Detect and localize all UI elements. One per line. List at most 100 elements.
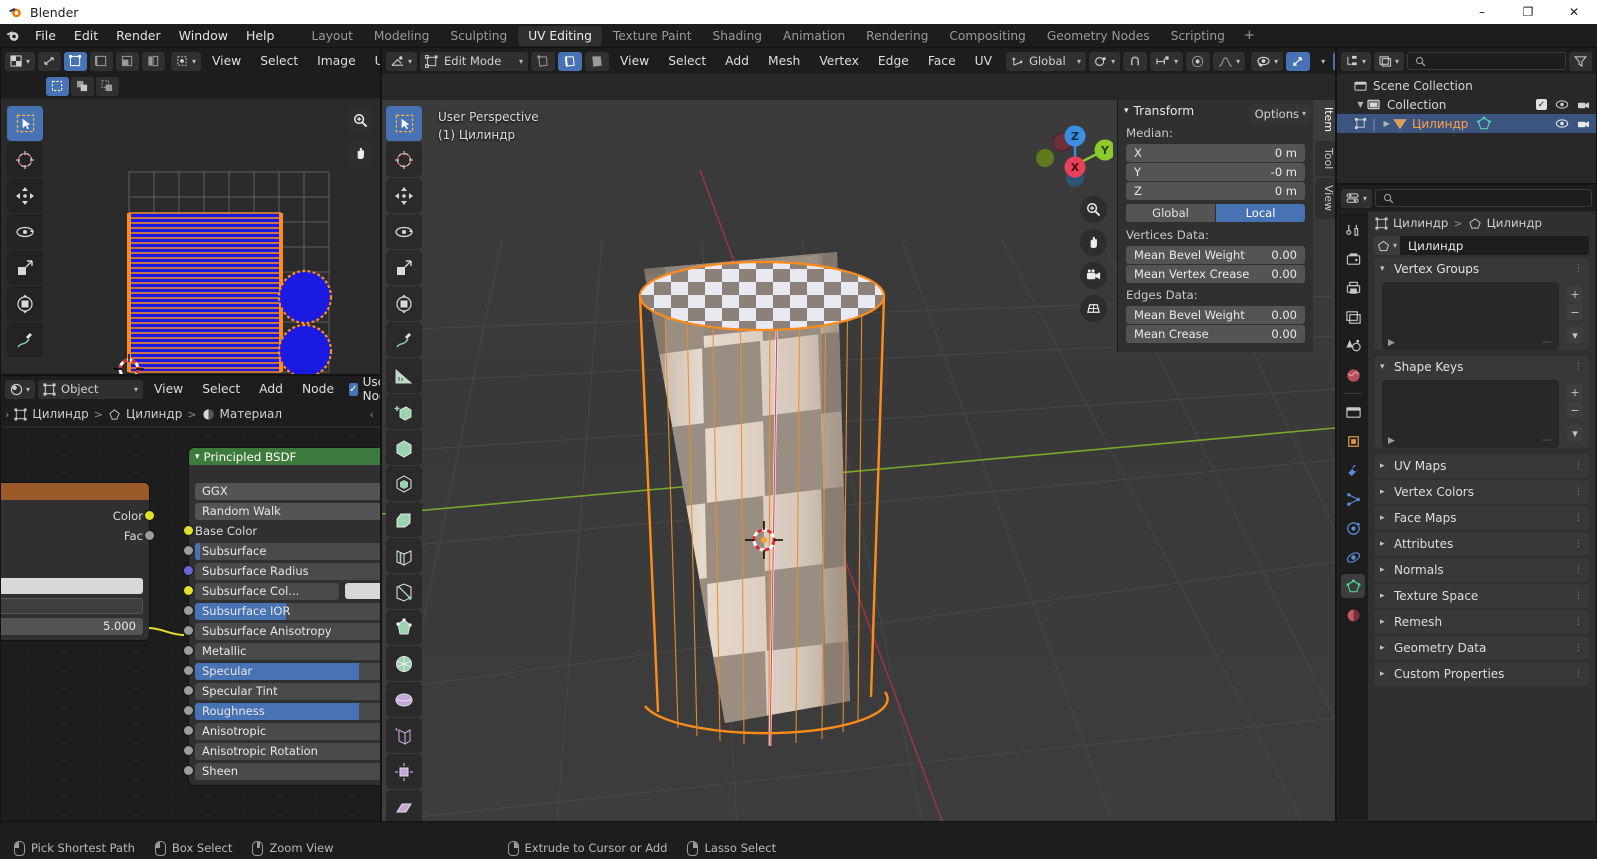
node-input-row[interactable]: Subsurface Radius [184, 561, 380, 581]
uv-menu-view[interactable]: View [204, 51, 249, 71]
node-input-socket[interactable] [184, 706, 193, 715]
uv-tool-transform[interactable] [7, 286, 43, 321]
uv-tool-annotate[interactable] [7, 322, 43, 357]
edge-select-mode-button[interactable] [558, 51, 583, 71]
tool-spin[interactable] [386, 646, 422, 681]
properties-tab-tool[interactable] [1341, 218, 1365, 242]
socket-fac-out[interactable] [145, 531, 154, 540]
color1-swatch[interactable] [1, 578, 143, 594]
node-input-socket[interactable] [184, 546, 193, 555]
properties-tab-modifiers[interactable] [1341, 458, 1365, 482]
panel-closed-arrow-icon[interactable]: ▸ [1380, 565, 1394, 575]
socket-color-out[interactable] [145, 511, 154, 520]
add-workspace-button[interactable]: + [1236, 28, 1263, 43]
properties-panel-closed[interactable]: ▸ Texture Space ⋮ [1374, 584, 1589, 608]
node-checker-header[interactable]: ▾ Checker Texture [1, 483, 149, 500]
properties-tab-object[interactable] [1341, 429, 1365, 453]
properties-tab-viewlayer[interactable] [1341, 305, 1365, 329]
uv-tool-rotate[interactable] [7, 214, 43, 249]
remove-shape-key-button[interactable]: − [1567, 402, 1583, 418]
use-nodes-checkbox[interactable]: ✓ Use Nodes [349, 376, 380, 403]
tool-add-cube[interactable] [386, 394, 422, 429]
properties-breadcrumb-mesh[interactable]: Цилиндр [1487, 216, 1542, 230]
tool-knife[interactable] [386, 574, 422, 609]
panel-closed-arrow-icon[interactable]: ▸ [1380, 513, 1394, 523]
show-gizmo-button[interactable] [1286, 51, 1311, 71]
node-input-row[interactable]: Anisotropic [184, 721, 380, 741]
viewport-menu-mesh[interactable]: Mesh [760, 51, 808, 71]
node-input-slider[interactable]: Specular Tint [195, 682, 380, 700]
sidebar-tab-view[interactable]: View [1315, 178, 1335, 219]
node-input-slider[interactable]: Metallic [195, 642, 380, 660]
mean-crease-field[interactable]: Mean Crease 0.00 [1126, 325, 1305, 343]
panel-menu-icon[interactable]: ⋮ [1574, 461, 1589, 471]
uv-face-select-button[interactable] [116, 51, 140, 71]
outliner-disclosure-triangle-icon[interactable]: ▼ [1354, 100, 1367, 109]
menu-help[interactable]: Help [237, 24, 284, 47]
properties-tab-collection[interactable] [1341, 400, 1365, 424]
vertex-mean-bevel-weight-field[interactable]: Mean Bevel Weight 0.00 [1126, 246, 1305, 264]
sidebar-tab-tool[interactable]: Tool [1315, 141, 1335, 177]
node-principled-header[interactable]: ▾ Principled BSDF [189, 448, 380, 465]
properties-tab-material[interactable] [1341, 603, 1365, 627]
panel-menu-icon[interactable]: ⋮ [1574, 264, 1589, 274]
snap-settings-selector[interactable]: ▾ [1150, 51, 1184, 71]
outliner-editor-type-button[interactable]: ▾ [1341, 51, 1372, 71]
shader-menu-add[interactable]: Add [251, 379, 291, 399]
vertex-group-specials-button[interactable]: ▾ [1567, 327, 1583, 343]
properties-panel-closed[interactable]: ▸ Remesh ⋮ [1374, 610, 1589, 634]
shape-key-specials-button[interactable]: ▾ [1567, 425, 1583, 441]
breadcrumb-expand-icon[interactable]: ‹ [370, 408, 380, 421]
uv-set-select-extend-button[interactable] [71, 76, 94, 96]
uv-sync-selection-button[interactable] [38, 51, 62, 71]
node-input-row[interactable]: Metallic [184, 641, 380, 661]
list-resize-grip[interactable]: ⋯ [1543, 338, 1554, 348]
viewport-nav-gizmo[interactable]: Z Y X [1031, 110, 1116, 192]
node-input-color-swatch[interactable] [345, 583, 380, 599]
panel-menu-icon[interactable]: ⋮ [1574, 362, 1589, 372]
node-input-row[interactable]: Anisotropic Rotation [184, 741, 380, 761]
uv-set-select-subtract-button[interactable] [96, 76, 119, 96]
panel-menu-icon[interactable]: ⋮ [1574, 669, 1589, 679]
node-input-row[interactable]: Base Color [184, 521, 380, 541]
node-in-vector[interactable]: Vector [1, 556, 149, 576]
uv-editor-type-button[interactable]: ▾ [5, 51, 36, 71]
tool-shrink-fatten[interactable] [386, 754, 422, 789]
panel-open-arrow-icon[interactable]: ▾ [1380, 264, 1394, 274]
panel-menu-icon[interactable]: ⋮ [1574, 539, 1589, 549]
node-input-socket[interactable] [184, 626, 193, 635]
uv-zoom-icon[interactable] [346, 106, 374, 134]
tool-transform[interactable] [386, 286, 422, 321]
node-input-slider[interactable]: Subsurface [195, 542, 380, 560]
shader-editor-type-button[interactable]: ▾ [5, 379, 36, 399]
node-out-color[interactable]: Color [1, 506, 154, 526]
node-input-slider[interactable]: Specular [195, 662, 380, 680]
properties-tab-physics[interactable] [1341, 516, 1365, 540]
node-enum-subsurface-method[interactable]: Random Walk [189, 501, 380, 521]
collection-checkbox[interactable]: ✓ [1536, 99, 1547, 110]
node-input-socket[interactable] [184, 606, 193, 615]
properties-tab-constraints[interactable] [1341, 545, 1365, 569]
uv-tool-scale[interactable] [7, 250, 43, 285]
uv-tool-tweak[interactable] [7, 106, 43, 141]
properties-tab-output[interactable] [1341, 276, 1365, 300]
outliner-row-scene-collection[interactable]: Scene Collection [1337, 76, 1596, 95]
tool-rotate[interactable] [386, 214, 422, 249]
node-enum-distribution[interactable]: GGX [189, 481, 380, 501]
snap-magnet-button[interactable] [1123, 51, 1148, 71]
workspace-tab-texture-paint[interactable]: Texture Paint [603, 26, 702, 46]
properties-search-input[interactable] [1375, 189, 1592, 207]
breadcrumb-object[interactable]: Цилиндр [32, 407, 88, 421]
outliner-disclosure-triangle-cylinder-icon[interactable]: ▶ [1380, 119, 1393, 128]
node-input-socket[interactable] [184, 526, 193, 535]
shader-type-selector[interactable]: Object ▾ [38, 379, 144, 399]
node-input-slider[interactable]: Anisotropic Rotation [195, 742, 380, 760]
menu-window[interactable]: Window [170, 24, 237, 47]
tool-cursor[interactable] [386, 142, 422, 177]
tool-scale[interactable] [386, 250, 422, 285]
panel-menu-icon[interactable]: ⋮ [1574, 617, 1589, 627]
median-x-field[interactable]: X 0 m [1126, 144, 1305, 162]
node-input-row[interactable]: Specular [184, 661, 380, 681]
node-in-color1[interactable]: Color1 [1, 576, 149, 596]
median-y-field[interactable]: Y -0 m [1126, 163, 1305, 181]
